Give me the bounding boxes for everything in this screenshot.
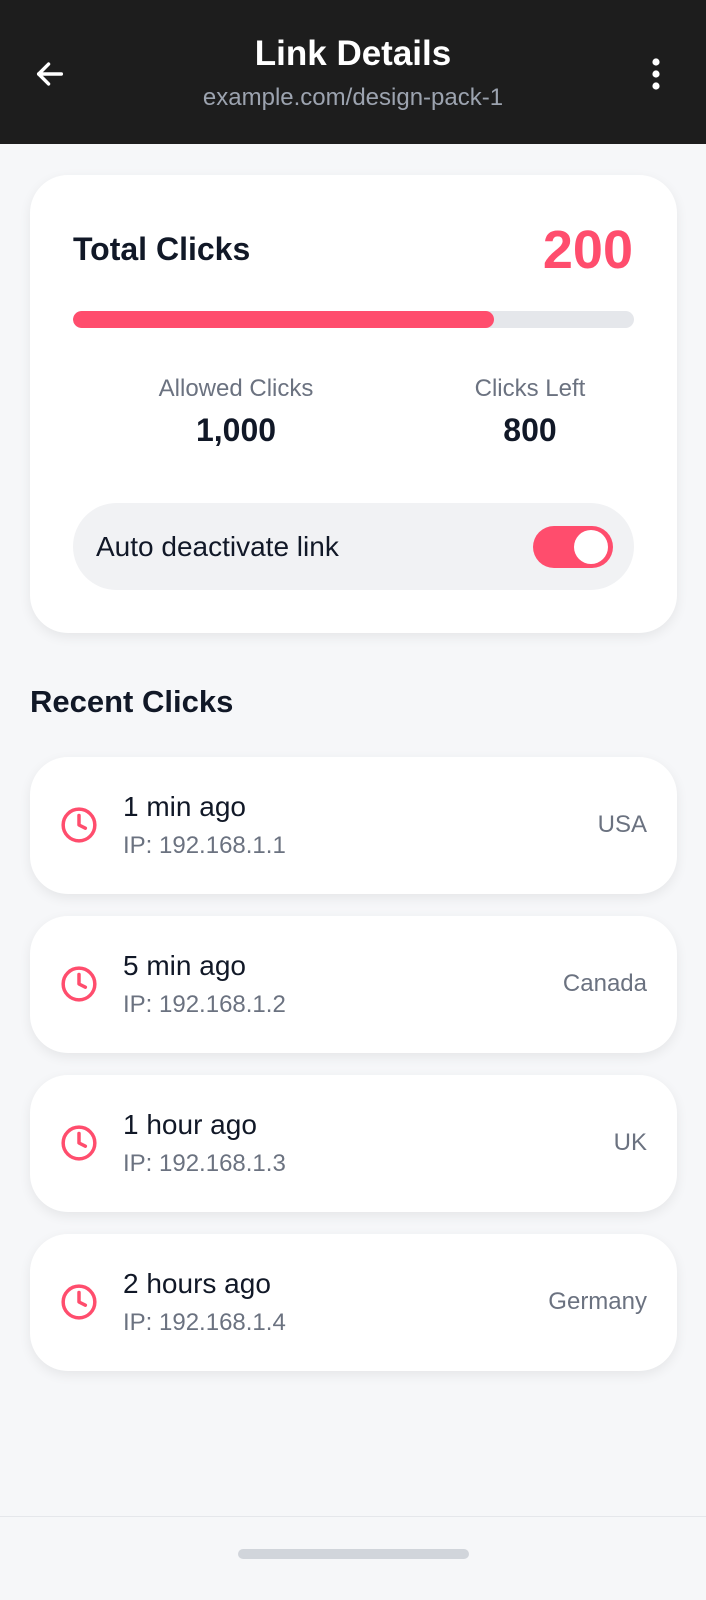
allowed-clicks-label: Allowed Clicks (158, 375, 314, 402)
list-item[interactable]: 1 hour ago IP: 192.168.1.3 UK (30, 1075, 677, 1212)
click-ip: IP: 192.168.1.3 (123, 1150, 286, 1177)
system-nav-bar (0, 1516, 706, 1600)
toggle-knob (574, 530, 608, 564)
click-country: Canada (562, 970, 647, 997)
home-indicator[interactable] (238, 1549, 469, 1559)
click-time: 1 min ago (123, 791, 246, 822)
recent-clicks-title: Recent Clicks (30, 684, 234, 719)
clicks-left-stat: Clicks Left 800 (400, 373, 660, 451)
more-vertical-icon (652, 58, 660, 90)
clock-icon (61, 807, 97, 843)
clicks-progress-bar (73, 311, 634, 328)
click-country: Germany (548, 1288, 647, 1315)
click-ip: IP: 192.168.1.4 (123, 1309, 286, 1336)
click-country: UK (613, 1129, 647, 1156)
allowed-clicks-value: 1,000 (195, 412, 277, 448)
clicks-left-value: 800 (503, 412, 557, 448)
page-title: Link Details (254, 34, 452, 73)
click-stats-card: Total Clicks 200 Allowed Clicks 1,000 Cl… (30, 175, 677, 633)
click-ip: IP: 192.168.1.2 (123, 991, 286, 1018)
clock-icon (61, 1125, 97, 1161)
auto-deactivate-toggle[interactable] (533, 526, 613, 568)
list-item[interactable]: 5 min ago IP: 192.168.1.2 Canada (30, 916, 677, 1053)
link-url: example.com/design-pack-1 (202, 84, 504, 111)
app-bar: Link Details example.com/design-pack-1 (0, 0, 706, 144)
allowed-clicks-stat: Allowed Clicks 1,000 (106, 373, 366, 451)
total-clicks-value: 200 (542, 220, 633, 280)
total-clicks-label: Total Clicks (73, 231, 251, 267)
clock-icon (61, 1284, 97, 1320)
recent-clicks-list: 1 min ago IP: 192.168.1.1 USA 5 min ago … (30, 757, 677, 1393)
clicks-progress-fill (73, 311, 494, 328)
clock-icon (61, 966, 97, 1002)
click-time: 5 min ago (123, 950, 246, 981)
auto-deactivate-label: Auto deactivate link (96, 531, 339, 562)
clicks-left-label: Clicks Left (474, 375, 586, 402)
more-options-button[interactable] (636, 54, 676, 94)
click-country: USA (597, 811, 647, 838)
list-item[interactable]: 2 hours ago IP: 192.168.1.4 Germany (30, 1234, 677, 1371)
auto-deactivate-row[interactable]: Auto deactivate link (73, 503, 634, 590)
click-time: 1 hour ago (123, 1109, 257, 1140)
list-item[interactable]: 1 min ago IP: 192.168.1.1 USA (30, 757, 677, 894)
click-time: 2 hours ago (123, 1268, 271, 1299)
click-ip: IP: 192.168.1.1 (123, 832, 286, 859)
